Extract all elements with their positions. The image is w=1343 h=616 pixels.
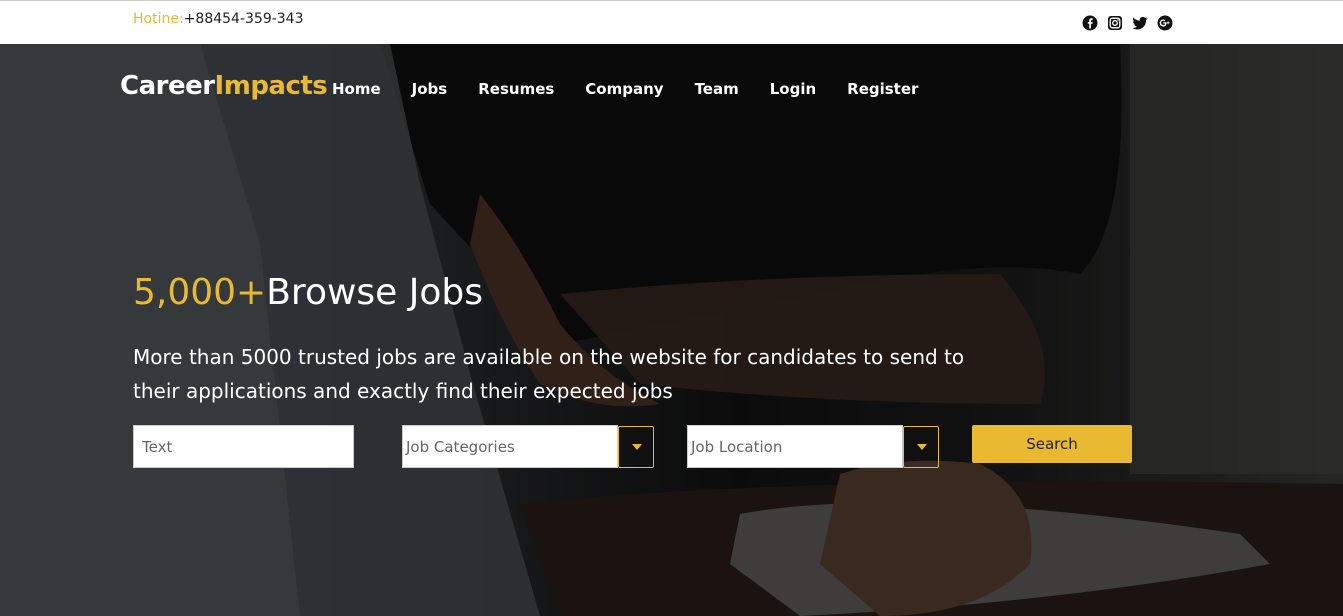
hero-title: Browse Jobs bbox=[266, 272, 484, 313]
job-count: 5,000+ bbox=[133, 272, 267, 313]
brand-name-part1: Career bbox=[120, 71, 215, 101]
brand-name-part2: Impacts bbox=[214, 71, 328, 101]
caret-down-icon bbox=[632, 444, 642, 450]
nav-login[interactable]: Login bbox=[770, 80, 816, 98]
nav-home[interactable]: Home bbox=[332, 80, 381, 98]
nav-register[interactable]: Register bbox=[847, 80, 918, 98]
hero-description: More than 5000 trusted jobs are availabl… bbox=[133, 345, 965, 403]
location-dropdown-button[interactable] bbox=[903, 426, 939, 468]
hotline: Hotine:+88454-359-343 bbox=[133, 11, 304, 27]
twitter-icon[interactable] bbox=[1132, 15, 1148, 31]
social-links bbox=[1082, 15, 1173, 31]
brand-logo[interactable]: CareerImpacts bbox=[120, 71, 328, 101]
caret-down-icon bbox=[917, 444, 927, 450]
facebook-icon[interactable] bbox=[1082, 15, 1098, 31]
nav-company[interactable]: Company bbox=[585, 80, 663, 98]
instagram-icon[interactable] bbox=[1107, 15, 1123, 31]
hero-section: CareerImpacts Home Jobs Resumes Company … bbox=[0, 44, 1343, 616]
hotline-label: Hotine: bbox=[133, 11, 184, 27]
google-plus-icon[interactable] bbox=[1157, 15, 1173, 31]
nav-resumes[interactable]: Resumes bbox=[478, 80, 554, 98]
job-categories-select[interactable]: Job Categories bbox=[402, 425, 618, 468]
search-text-input[interactable]: Text bbox=[133, 425, 354, 468]
main-nav: Home Jobs Resumes Company Team Login Reg… bbox=[332, 80, 949, 98]
hero-background-image bbox=[0, 44, 1343, 616]
hero-headline: 5,000+Browse Jobs bbox=[133, 272, 483, 313]
nav-jobs[interactable]: Jobs bbox=[412, 80, 448, 98]
categories-dropdown-button[interactable] bbox=[618, 426, 654, 468]
top-bar: Hotine:+88454-359-343 bbox=[0, 0, 1343, 44]
search-button[interactable]: Search bbox=[972, 425, 1132, 463]
job-location-select[interactable]: Job Location bbox=[687, 425, 903, 468]
nav-team[interactable]: Team bbox=[695, 80, 739, 98]
hotline-number[interactable]: +88454-359-343 bbox=[184, 11, 304, 27]
